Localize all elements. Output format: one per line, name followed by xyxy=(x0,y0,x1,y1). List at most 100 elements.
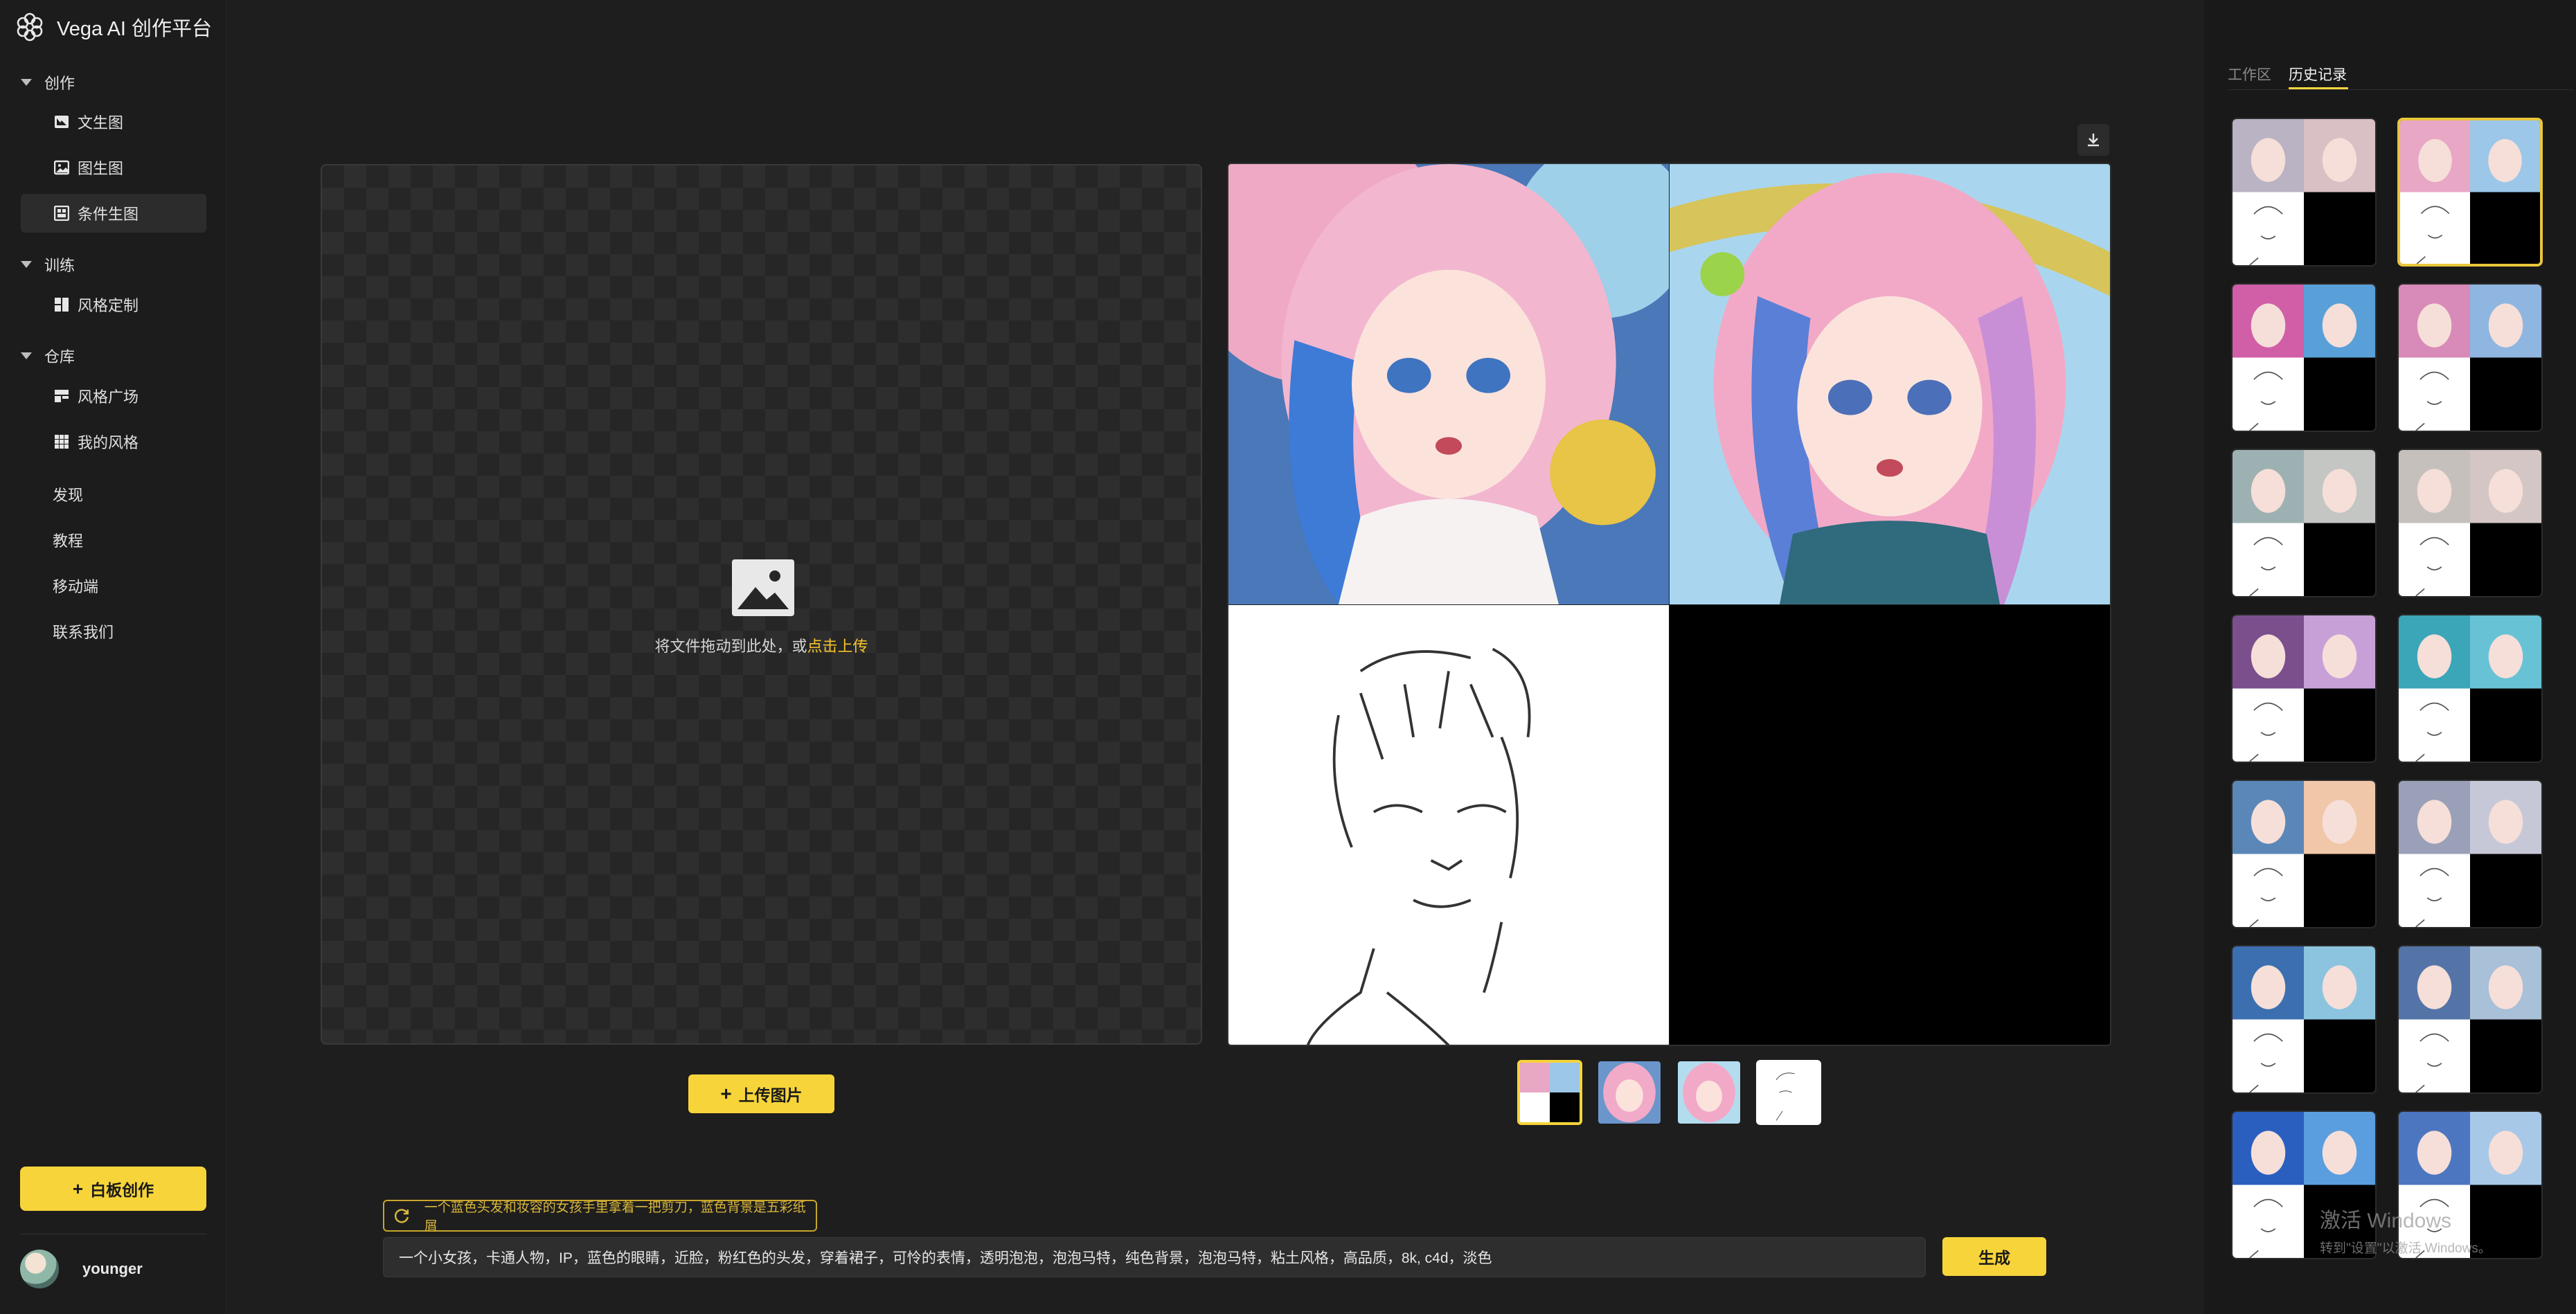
upload-hint-text: 将文件拖动到此处，或 xyxy=(654,638,807,655)
line-sketch-image xyxy=(1228,605,1669,1045)
prompt-suggestion[interactable]: 一个蓝色头发和妆容的女孩手里拿着一把剪刀，蓝色背景是五彩纸屑 xyxy=(383,1200,817,1234)
thumbnail-image xyxy=(1520,1063,1580,1122)
history-thumbnail-image xyxy=(2399,615,2541,762)
sidebar: Vega AI 创作平台 创作 文生图 图生图 条件生图 训练 风格定制 仓库 … xyxy=(0,0,226,1314)
sidebar-item-label: 我的风格 xyxy=(78,434,139,451)
result-thumbnail-1[interactable] xyxy=(1517,1060,1582,1125)
history-card[interactable] xyxy=(2397,614,2543,763)
plus-icon: + xyxy=(720,1083,732,1104)
sidebar-item-label: 风格广场 xyxy=(78,388,139,406)
history-thumbnail-image xyxy=(2400,120,2540,264)
nav-group-label: 创作 xyxy=(44,75,75,92)
prompt-input[interactable]: 一个小女孩，卡通人物，IP，蓝色的眼睛，近脸，粉红色的头发，穿着裙子，可怜的表情… xyxy=(383,1237,1926,1277)
tab-history[interactable]: 历史记录 xyxy=(2289,64,2347,84)
whiteboard-create-button[interactable]: + 白板创作 xyxy=(20,1167,206,1211)
upload-hint: 将文件拖动到此处，或点击上传 xyxy=(322,634,1201,656)
sidebar-item-label: 条件生图 xyxy=(78,206,139,223)
plus-icon: + xyxy=(72,1178,84,1199)
history-card[interactable] xyxy=(2231,945,2377,1094)
history-thumbnail-image xyxy=(2399,781,2541,927)
sidebar-item-label: 风格定制 xyxy=(78,297,139,314)
brand[interactable]: Vega AI 创作平台 xyxy=(14,10,212,44)
upload-image-button[interactable]: + 上传图片 xyxy=(688,1074,834,1113)
thumbnail-image xyxy=(1678,1061,1740,1124)
history-thumbnail-image xyxy=(2399,946,2541,1092)
download-button[interactable] xyxy=(2077,124,2109,156)
history-thumbnail-image xyxy=(2233,781,2375,927)
sidebar-item-style-custom[interactable]: 风格定制 xyxy=(21,285,206,324)
thumbnail-image xyxy=(1757,1061,1820,1124)
grid-condition-icon xyxy=(54,206,69,221)
history-card[interactable] xyxy=(2397,118,2543,267)
refresh-icon xyxy=(394,1209,409,1223)
sidebar-link-tutorial[interactable]: 教程 xyxy=(53,529,83,551)
nav-group-create[interactable]: 创作 xyxy=(21,71,75,93)
user-profile[interactable]: younger xyxy=(20,1250,143,1288)
generate-button[interactable]: 生成 xyxy=(1942,1237,2046,1276)
history-thumbnail-image xyxy=(2233,285,2375,431)
history-card[interactable] xyxy=(2397,283,2543,432)
nav-group-train[interactable]: 训练 xyxy=(21,253,75,276)
sidebar-item-text-to-image[interactable]: 文生图 xyxy=(21,102,206,141)
sidebar-item-image-to-image[interactable]: 图生图 xyxy=(21,148,206,187)
result-thumbnail-4[interactable] xyxy=(1756,1060,1821,1125)
history-card[interactable] xyxy=(2231,118,2377,267)
watermark-line-1: 激活 Windows xyxy=(2320,1209,2452,1232)
tab-active-indicator xyxy=(2289,87,2348,89)
sidebar-item-label: 图生图 xyxy=(78,160,124,177)
windows-activation-watermark: 激活 Windows 转到"设置"以激活 Windows。 xyxy=(2320,1203,2492,1257)
upload-dropzone[interactable]: 将文件拖动到此处，或点击上传 xyxy=(321,164,1202,1045)
sidebar-item-conditional-image[interactable]: 条件生图 xyxy=(21,194,206,233)
nav-group-label: 仓库 xyxy=(44,348,75,366)
image-icon xyxy=(54,160,69,175)
nav-group-repository[interactable]: 仓库 xyxy=(21,345,75,367)
style-custom-icon xyxy=(55,298,69,312)
upload-image-label: 上传图片 xyxy=(738,1086,803,1104)
history-thumbnail-image xyxy=(2399,450,2541,596)
history-card[interactable] xyxy=(2397,945,2543,1094)
app-title: Vega AI 创作平台 xyxy=(57,18,213,40)
anime-girl-image xyxy=(1228,164,1669,604)
history-card[interactable] xyxy=(2231,449,2377,597)
result-image-1[interactable] xyxy=(1228,164,1669,604)
my-style-icon xyxy=(55,435,69,449)
tab-divider xyxy=(2228,89,2574,90)
sidebar-item-label: 文生图 xyxy=(78,114,124,132)
result-thumbnail-3[interactable] xyxy=(1676,1060,1742,1125)
sidebar-item-style-plaza[interactable]: 风格广场 xyxy=(21,377,206,415)
prompt-suggestion-text: 一个蓝色头发和妆容的女孩手里拿着一把剪刀，蓝色背景是五彩纸屑 xyxy=(424,1200,806,1234)
result-thumbnail-2[interactable] xyxy=(1597,1060,1662,1125)
logo-icon xyxy=(17,12,43,42)
history-thumbnail-image xyxy=(2233,119,2375,265)
image-placeholder-icon xyxy=(732,559,794,616)
sidebar-link-discover[interactable]: 发现 xyxy=(53,483,83,505)
sidebar-link-contact[interactable]: 联系我们 xyxy=(53,620,114,642)
tab-workspace[interactable]: 工作区 xyxy=(2228,64,2271,84)
result-image-blank[interactable] xyxy=(1670,605,2110,1045)
caret-down-icon xyxy=(21,261,32,268)
watermark-line-2: 转到"设置"以激活 Windows。 xyxy=(2320,1241,2492,1256)
caret-down-icon xyxy=(21,79,32,86)
whiteboard-create-label: 白板创作 xyxy=(90,1181,154,1199)
download-icon xyxy=(2088,134,2099,147)
avatar[interactable] xyxy=(20,1250,59,1288)
result-image-grid[interactable] xyxy=(1227,163,2111,1046)
history-card[interactable] xyxy=(2231,283,2377,432)
anime-girl-image xyxy=(1670,164,2110,604)
history-card[interactable] xyxy=(2397,449,2543,597)
caret-down-icon xyxy=(21,352,32,359)
history-card[interactable] xyxy=(2397,780,2543,928)
upload-link[interactable]: 点击上传 xyxy=(807,638,868,655)
sidebar-item-my-style[interactable]: 我的风格 xyxy=(21,422,206,461)
history-card[interactable] xyxy=(2231,614,2377,763)
nav-group-label: 训练 xyxy=(44,257,75,274)
username: younger xyxy=(82,1260,143,1277)
style-plaza-icon xyxy=(55,390,69,402)
result-image-2[interactable] xyxy=(1670,164,2110,604)
history-card[interactable] xyxy=(2231,780,2377,928)
history-thumbnail-image xyxy=(2233,946,2375,1092)
history-thumbnail-image xyxy=(2233,615,2375,762)
result-image-lineart[interactable] xyxy=(1228,605,1669,1045)
history-thumbnail-image xyxy=(2399,285,2541,431)
sidebar-link-mobile[interactable]: 移动端 xyxy=(53,575,98,597)
